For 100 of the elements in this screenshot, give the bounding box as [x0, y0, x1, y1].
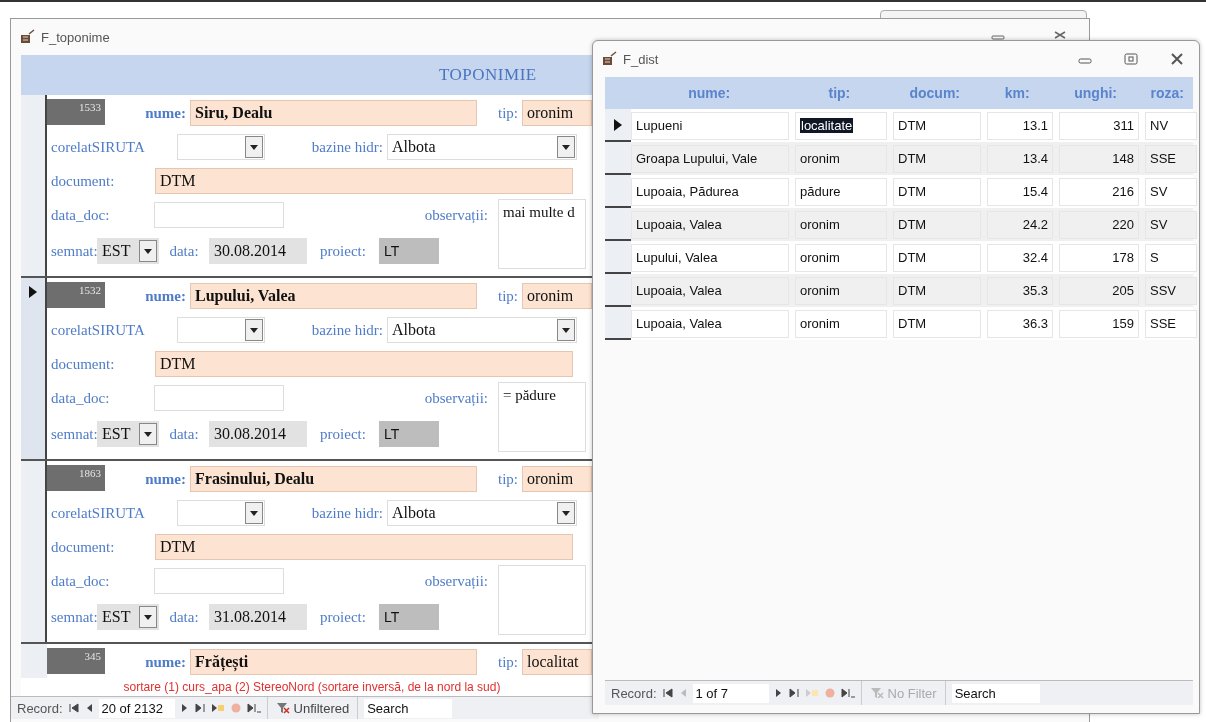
record-label: Record:	[611, 685, 657, 701]
field-label: proiect:	[319, 425, 367, 443]
search-field[interactable]: Search	[364, 698, 453, 718]
table-cell[interactable]: 148	[1059, 144, 1139, 173]
table-cell[interactable]: 13.1	[987, 111, 1053, 140]
document-field[interactable]: DTM	[155, 168, 573, 194]
table-cell[interactable]: oronim	[795, 309, 887, 338]
field-label: nume:	[144, 470, 187, 488]
table-cell[interactable]: SV	[1145, 177, 1197, 206]
table-cell[interactable]: 15.4	[987, 177, 1053, 206]
table-cell[interactable]: 216	[1059, 177, 1139, 206]
field-label: document:	[50, 172, 116, 190]
date-field[interactable]: 30.08.2014	[209, 421, 307, 447]
signed-combo[interactable]: EST	[97, 604, 159, 630]
signed-combo[interactable]: EST	[97, 238, 159, 264]
project-field[interactable]: LT	[379, 421, 439, 447]
table-cell[interactable]: 32.4	[987, 243, 1053, 272]
column-header: docum:	[908, 85, 961, 101]
record-id-field: 345	[47, 648, 105, 674]
type-field[interactable]: oronim	[522, 283, 592, 309]
table-cell[interactable]: oronim	[795, 144, 887, 173]
table-cell[interactable]: 159	[1059, 309, 1139, 338]
record-position-field[interactable]: 20 of 2132	[98, 698, 175, 718]
table-cell[interactable]: Groapa Lupului, Vale	[631, 144, 789, 173]
record-id-field: 1533	[47, 99, 105, 125]
column-header: unghi:	[1073, 85, 1119, 101]
table-cell[interactable]: Lupoaia, Valea	[631, 210, 789, 239]
window-title: F_dist	[623, 51, 659, 67]
type-field[interactable]: oronim	[522, 466, 592, 492]
table-cell[interactable]: 35.3	[987, 276, 1053, 305]
column-header: roza:	[1149, 85, 1185, 101]
table-cell[interactable]: DTM	[893, 111, 981, 140]
field-label: document:	[50, 538, 116, 556]
table-cell[interactable]: DTM	[893, 276, 981, 305]
field-label: observații:	[423, 389, 489, 407]
field-label: nume:	[144, 104, 187, 122]
field-label: tip:	[497, 653, 519, 671]
table-cell[interactable]: SSE	[1145, 144, 1197, 173]
table-cell[interactable]: S	[1145, 243, 1197, 272]
column-header: nume:	[687, 85, 732, 101]
filter-button[interactable]: Unfiltered	[266, 697, 359, 719]
table-cell[interactable]: Lupoaia, Pădurea	[631, 177, 789, 206]
table-cell[interactable]: 24.2	[987, 210, 1053, 239]
document-field[interactable]: DTM	[155, 351, 573, 377]
table-cell[interactable]: 205	[1059, 276, 1139, 305]
basin-combo[interactable]: Albota	[387, 500, 577, 526]
name-field[interactable]: Frățești	[190, 649, 477, 675]
notes-field[interactable]: mai multe d	[498, 199, 586, 269]
basin-combo[interactable]: Albota	[387, 317, 577, 343]
table-cell[interactable]: oronim	[795, 276, 887, 305]
search-field[interactable]: Search	[951, 683, 1040, 703]
field-label: data_doc:	[50, 572, 111, 590]
table-cell[interactable]: oronim	[795, 243, 887, 272]
column-header: km:	[1003, 85, 1031, 101]
table-cell[interactable]: 311	[1059, 111, 1139, 140]
table-cell[interactable]: 36.3	[987, 309, 1053, 338]
field-label: data_doc:	[50, 389, 111, 407]
table-cell[interactable]: DTM	[893, 243, 981, 272]
table-cell[interactable]: DTM	[893, 309, 981, 338]
table-cell[interactable]: NV	[1145, 111, 1197, 140]
project-field[interactable]: LT	[379, 604, 439, 630]
field-label: observații:	[423, 572, 489, 590]
table-cell[interactable]: DTM	[893, 210, 981, 239]
table-cell[interactable]: 178	[1059, 243, 1139, 272]
basin-combo[interactable]: Albota	[387, 134, 577, 160]
table-cell[interactable]: SSE	[1145, 309, 1197, 338]
type-field[interactable]: localitat	[522, 649, 592, 675]
field-label: data:	[168, 242, 200, 260]
name-field[interactable]: Lupului, Valea	[190, 283, 477, 309]
table-cell[interactable]: DTM	[893, 144, 981, 173]
field-label: semnat:	[50, 242, 97, 260]
table-cell[interactable]: SSV	[1145, 276, 1197, 305]
document-field[interactable]: DTM	[155, 534, 573, 560]
table-cell[interactable]: 220	[1059, 210, 1139, 239]
name-field[interactable]: Siru, Dealu	[190, 100, 477, 126]
table-cell[interactable]: Lupoaia, Valea	[631, 309, 789, 338]
table-cell[interactable]: Lupului, Valea	[631, 243, 789, 272]
date-field[interactable]: 30.08.2014	[209, 238, 307, 264]
table-cell[interactable]: localitate	[795, 111, 887, 140]
table-cell[interactable]: pădure	[795, 177, 887, 206]
name-field[interactable]: Frasinului, Dealu	[190, 466, 477, 492]
table-cell[interactable]: DTM	[893, 177, 981, 206]
project-field[interactable]: LT	[379, 238, 439, 264]
table-cell[interactable]: SV	[1145, 210, 1197, 239]
field-label: semnat:	[50, 425, 97, 443]
table-cell[interactable]: Lupoaia, Valea	[631, 276, 789, 305]
type-field[interactable]: oronim	[522, 100, 592, 126]
date-field[interactable]: 31.08.2014	[209, 604, 307, 630]
table-cell[interactable]: oronim	[795, 210, 887, 239]
table-cell[interactable]: Lupueni	[631, 111, 789, 140]
field-label: nume:	[144, 287, 187, 305]
signed-combo[interactable]: EST	[97, 421, 159, 447]
field-label: semnat:	[50, 608, 97, 626]
field-label: corelatSIRUTA	[50, 138, 146, 156]
field-label: corelatSIRUTA	[50, 504, 146, 522]
record-position-field[interactable]: 1 of 7	[692, 683, 769, 703]
field-label: proiect:	[319, 242, 367, 260]
notes-field[interactable]: = pădure	[498, 382, 586, 452]
field-label: data_doc:	[50, 206, 111, 224]
table-cell[interactable]: 13.4	[987, 144, 1053, 173]
